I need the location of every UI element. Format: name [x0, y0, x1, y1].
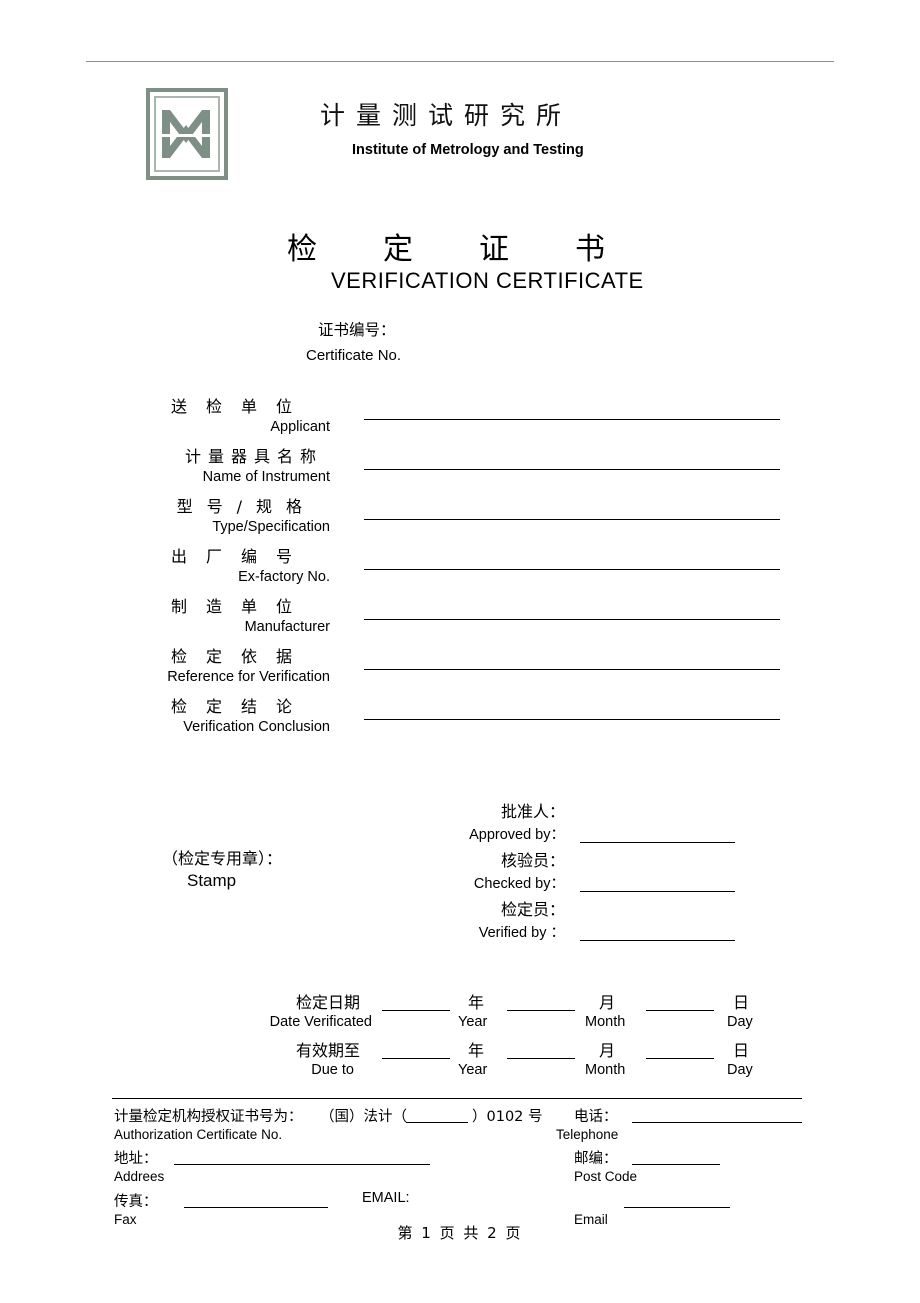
signature-row-verified-by: 检定员： Verified by ： — [0, 896, 920, 945]
field-input-ex-factory-no[interactable] — [364, 569, 780, 570]
address-label-en: Addrees — [114, 1169, 165, 1184]
unit-day-en: Day — [727, 1062, 753, 1078]
telephone-input[interactable] — [632, 1122, 802, 1123]
field-row-reference: 检定依据 Reference for Verification — [0, 643, 920, 693]
field-label-en: Name of Instrument — [202, 469, 330, 485]
field-label-cn: 检定结论 — [170, 697, 311, 716]
organization-name-cn: 计量测试研究所 — [320, 101, 573, 130]
unit-day-en: Day — [727, 1014, 753, 1030]
field-label-en: Reference for Verification — [167, 669, 330, 685]
field-row-conclusion: 检定结论 Verification Conclusion — [0, 693, 920, 743]
date-input-year[interactable] — [382, 1058, 450, 1059]
field-row-applicant: 送检单位 Applicant — [0, 393, 920, 443]
field-row-ex-factory-no: 出厂编号 Ex-factory No. — [0, 543, 920, 593]
field-label-cn: 出厂编号 — [170, 547, 311, 566]
unit-month-cn: 月 — [599, 993, 616, 1012]
date-label-cn: 有效期至 — [295, 1041, 360, 1060]
unit-year-cn: 年 — [468, 1041, 485, 1060]
organization-name-en: Institute of Metrology and Testing — [352, 142, 584, 158]
authorization-number-suffix: ）0102 号 — [472, 1109, 543, 1125]
email-input[interactable] — [624, 1207, 730, 1208]
fax-input[interactable] — [184, 1207, 328, 1208]
field-list: 送检单位 Applicant 计量器具名称 Name of Instrument… — [0, 393, 920, 743]
unit-year-en: Year — [458, 1062, 488, 1078]
signature-label-cn: 核验员： — [500, 851, 565, 870]
field-input-manufacturer[interactable] — [364, 619, 780, 620]
date-input-day[interactable] — [646, 1058, 714, 1059]
field-input-reference[interactable] — [364, 669, 780, 670]
certificate-no-label-cn: 证书编号： — [318, 321, 396, 339]
date-input-month[interactable] — [507, 1058, 575, 1059]
field-input-conclusion[interactable] — [364, 719, 780, 720]
page-number: 第 1 页 共 2 页 — [397, 1224, 523, 1242]
unit-month-en: Month — [585, 1062, 626, 1078]
postcode-label-cn: 邮编： — [574, 1151, 618, 1167]
field-label-cn: 制造单位 — [170, 597, 311, 616]
unit-day-cn: 日 — [733, 993, 750, 1012]
unit-year-en: Year — [458, 1014, 488, 1030]
telephone-label-en: Telephone — [556, 1127, 619, 1142]
authorization-label-en: Authorization Certificate No. — [114, 1127, 283, 1142]
field-label-cn: 计量器具名称 — [184, 447, 323, 466]
postcode-input[interactable] — [632, 1164, 720, 1165]
field-row-manufacturer: 制造单位 Manufacturer — [0, 593, 920, 643]
signature-label-en: Approved by： — [469, 827, 565, 843]
signature-label-en: Verified by ： — [478, 925, 565, 941]
field-label-cn: 检定依据 — [170, 647, 311, 666]
authorization-label-cn: 计量检定机构授权证书号为： — [114, 1109, 303, 1125]
postcode-label-en: Post Code — [574, 1169, 638, 1184]
field-label-en: Type/Specification — [212, 519, 330, 535]
date-input-month[interactable] — [507, 1010, 575, 1011]
signature-list: 批准人： Approved by： 核验员： Checked by： 检定员： … — [0, 798, 920, 945]
address-label-cn: 地址： — [114, 1151, 158, 1167]
signature-label-cn: 批准人： — [500, 802, 565, 821]
authorization-number-prefix: （国）法计（ — [320, 1109, 407, 1125]
page-title-en: VERIFICATION CERTIFICATE — [331, 268, 644, 293]
field-input-applicant[interactable] — [364, 419, 780, 420]
date-input-year[interactable] — [382, 1010, 450, 1011]
field-label-cn: 型号/规格 — [176, 497, 316, 516]
field-label-en: Verification Conclusion — [183, 719, 330, 735]
date-section: 检定日期 Date Verificated 年 Year 月 Month 日 D… — [0, 989, 920, 1085]
signature-row-checked-by: 核验员： Checked by： — [0, 847, 920, 896]
signature-input-verified-by[interactable] — [580, 940, 735, 941]
footer-divider — [112, 1098, 802, 1099]
field-input-instrument-name[interactable] — [364, 469, 780, 470]
page-title-cn: 检定证书 — [287, 232, 671, 267]
unit-day-cn: 日 — [733, 1041, 750, 1060]
certificate-no-label-en: Certificate No. — [306, 347, 402, 364]
field-row-instrument-name: 计量器具名称 Name of Instrument — [0, 443, 920, 493]
unit-year-cn: 年 — [468, 993, 485, 1012]
date-label-en: Date Verificated — [269, 1014, 372, 1030]
date-label-en: Due to — [311, 1062, 354, 1078]
signature-label-en: Checked by： — [473, 876, 565, 892]
certificate-page: 计量测试研究所 Institute of Metrology and Testi… — [0, 0, 920, 1303]
field-label-en: Applicant — [270, 419, 330, 435]
date-input-day[interactable] — [646, 1010, 714, 1011]
telephone-label-cn: 电话： — [574, 1109, 618, 1125]
mw-monogram-logo-icon — [146, 88, 228, 180]
authorization-number-input[interactable] — [406, 1122, 468, 1123]
date-row-verified: 检定日期 Date Verificated 年 Year 月 Month 日 D… — [0, 989, 920, 1037]
field-row-type-specification: 型号/规格 Type/Specification — [0, 493, 920, 543]
field-label-en: Manufacturer — [244, 619, 330, 635]
unit-month-cn: 月 — [599, 1041, 616, 1060]
signature-input-approved-by[interactable] — [580, 842, 735, 843]
fax-label-cn: 传真： — [114, 1194, 158, 1210]
signature-input-checked-by[interactable] — [580, 891, 735, 892]
field-label-cn: 送检单位 — [170, 397, 311, 416]
address-input[interactable] — [174, 1164, 430, 1165]
field-input-type-specification[interactable] — [364, 519, 780, 520]
signature-label-cn: 检定员： — [500, 900, 565, 919]
date-row-due-to: 有效期至 Due to 年 Year 月 Month 日 Day — [0, 1037, 920, 1085]
date-label-cn: 检定日期 — [295, 993, 360, 1012]
field-label-en: Ex-factory No. — [238, 569, 330, 585]
email-label-cn: EMAIL: — [362, 1190, 410, 1206]
unit-month-en: Month — [585, 1014, 626, 1030]
signature-row-approved-by: 批准人： Approved by： — [0, 798, 920, 847]
header-divider — [86, 61, 834, 62]
